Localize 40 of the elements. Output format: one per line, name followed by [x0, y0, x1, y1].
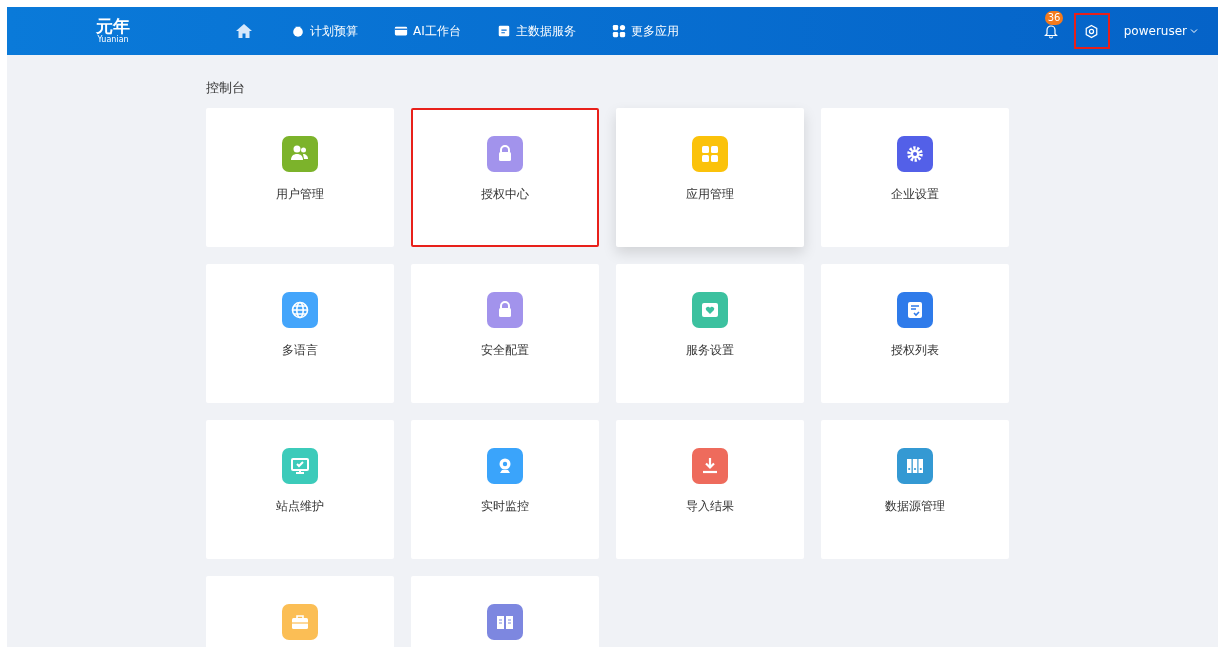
tile-label: 授权列表: [891, 342, 939, 359]
app-tile[interactable]: 企业设置: [821, 108, 1009, 247]
nav-link[interactable]: 主数据服务: [496, 22, 576, 40]
tile-label: 数据源管理: [885, 498, 945, 515]
chevron-down-icon: [1190, 28, 1198, 34]
tile-label: 用户管理: [276, 186, 324, 203]
logo[interactable]: 元年 Yuanian: [91, 18, 135, 44]
app-tile[interactable]: 实时监控: [411, 420, 599, 559]
settings-button[interactable]: [1073, 13, 1110, 49]
tile-label: 安全配置: [481, 342, 529, 359]
nav-link[interactable]: 计划预算: [291, 22, 358, 40]
tile-label: 应用管理: [686, 186, 734, 203]
app-tile[interactable]: 授权中心: [411, 108, 599, 247]
document-icon: [496, 24, 511, 38]
nav-link[interactable]: AI工作台: [394, 22, 461, 40]
tile-label: 站点维护: [276, 498, 324, 515]
tile-label: 实时监控: [481, 498, 529, 515]
tile-label: 服务设置: [686, 342, 734, 359]
settings-icon: [1084, 23, 1100, 39]
bell-icon[interactable]: [1042, 23, 1059, 39]
notification-badge: 36: [1044, 11, 1064, 25]
app-tile[interactable]: 导入结果: [616, 420, 804, 559]
user-menu[interactable]: poweruser: [1123, 24, 1198, 38]
app-tile[interactable]: 多语言: [206, 264, 394, 403]
tile-label: 授权中心: [481, 186, 529, 203]
app-tile[interactable]: 授权列表: [821, 264, 1009, 403]
card-icon: [394, 24, 408, 38]
tile-label: 企业设置: [891, 186, 939, 203]
tile-label: 多语言: [282, 342, 318, 359]
app-tile[interactable]: 用户管理: [206, 108, 394, 247]
tile-label: 导入结果: [686, 498, 734, 515]
app-tile[interactable]: 应用管理: [616, 108, 804, 247]
app-tile[interactable]: 站点维护: [206, 420, 394, 559]
app-tile[interactable]: 数据源管理: [821, 420, 1009, 559]
app-tile[interactable]: 服务设置: [616, 264, 804, 403]
app-tile[interactable]: 安全配置: [411, 264, 599, 403]
home-icon[interactable]: [235, 22, 253, 40]
section-title: 控制台: [206, 79, 246, 97]
apps-icon: [611, 24, 626, 38]
nav-link[interactable]: 更多应用: [611, 22, 679, 40]
